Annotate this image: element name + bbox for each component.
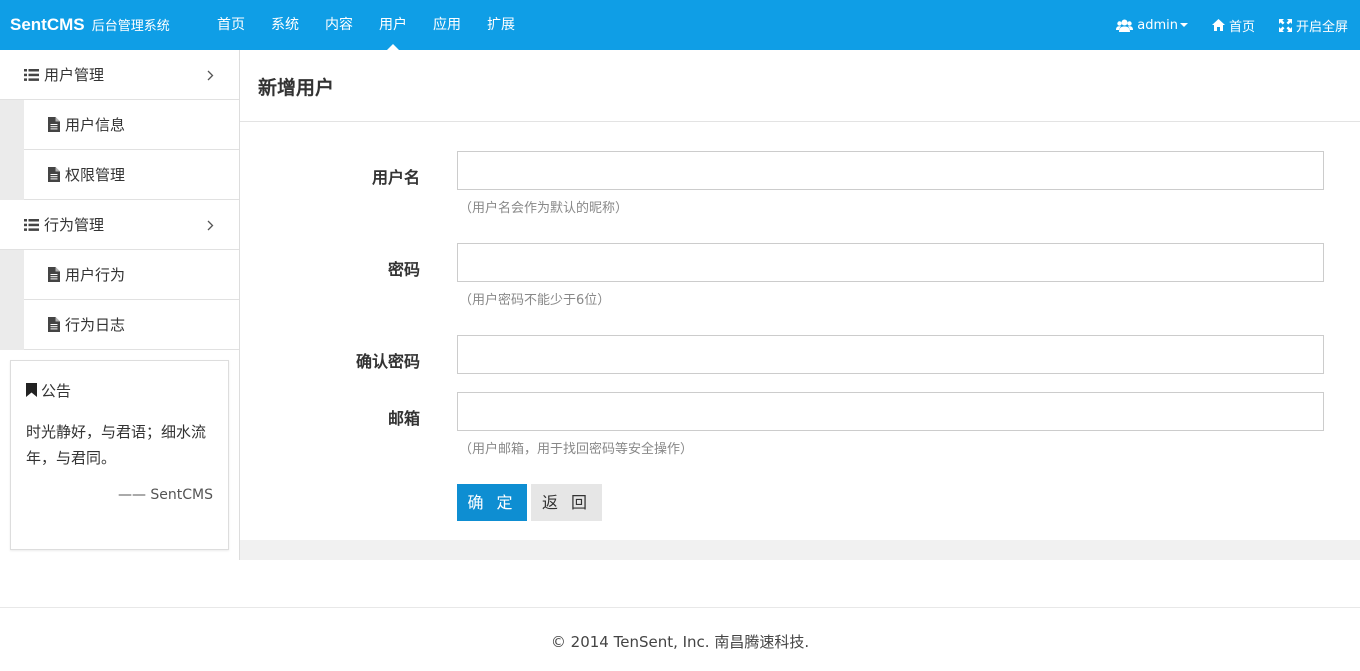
nav-user[interactable]: 用户 [366, 0, 420, 50]
sidebar-submenu: 用户信息 权限管理 [0, 100, 239, 200]
user-name: admin [1137, 17, 1178, 33]
list-icon [24, 218, 39, 231]
sidebar: 用户管理 用户信息 权限管理 行为管理 用户行为 行为日志 公告 时光静好，与君… [0, 50, 240, 560]
fullscreen-label: 开启全屏 [1295, 19, 1348, 35]
expand-icon [1278, 18, 1292, 32]
nav-system[interactable]: 系统 [258, 0, 312, 50]
list-icon [24, 68, 39, 81]
chevron-right-icon [207, 50, 219, 100]
notice-panel: 公告 时光静好，与君语；细水流年，与君同。 —— SentCMS [10, 360, 229, 550]
sidebar-item-user-behavior[interactable]: 用户行为 [24, 250, 239, 300]
home-link[interactable]: 首页 [1211, 16, 1255, 35]
file-icon [48, 117, 60, 132]
home-link-label: 首页 [1228, 19, 1255, 35]
sidebar-item-label: 用户行为 [65, 266, 126, 284]
nav-content[interactable]: 内容 [312, 0, 366, 50]
confirm-password-input[interactable] [457, 335, 1324, 374]
file-icon [48, 317, 60, 332]
caret-down-icon [1179, 23, 1188, 27]
file-icon [48, 167, 60, 182]
notice-text: 时光静好，与君语；细水流年，与君同。 [26, 423, 207, 467]
username-help: （用户名会作为默认的昵称） [459, 201, 629, 216]
email-help: （用户邮箱，用于找回密码等安全操作） [459, 442, 694, 457]
sidebar-item-label: 权限管理 [65, 166, 126, 184]
nav-apps[interactable]: 应用 [420, 0, 474, 50]
main-nav: 首页 系统 内容 用户 应用 扩展 [204, 0, 528, 50]
content-bottom-strip [240, 540, 1360, 560]
sidebar-item-label: 用户信息 [65, 116, 126, 134]
nav-home[interactable]: 首页 [204, 0, 258, 50]
bookmark-icon [26, 383, 37, 397]
username-input[interactable] [457, 151, 1324, 190]
submit-button[interactable]: 确 定 [457, 484, 527, 521]
brand-logo[interactable]: SentCMS 后台管理系统 [10, 0, 170, 50]
nav-extend[interactable]: 扩展 [474, 0, 528, 50]
sidebar-group-label: 行为管理 [44, 215, 105, 234]
password-input[interactable] [457, 243, 1324, 282]
header-right-menu: admin 首页 开启全屏 [1092, 0, 1348, 50]
file-icon [48, 267, 60, 282]
notice-signature: —— SentCMS [117, 487, 213, 503]
sidebar-group-user-management[interactable]: 用户管理 [0, 50, 239, 100]
username-label: 用户名 [371, 168, 420, 187]
notice-title-text: 公告 [41, 381, 72, 400]
confirm-password-label: 确认密码 [355, 352, 420, 371]
password-label: 密码 [387, 260, 420, 279]
back-button[interactable]: 返 回 [531, 484, 602, 521]
brand-subtitle: 后台管理系统 [91, 19, 170, 34]
sidebar-group-behavior-management[interactable]: 行为管理 [0, 200, 239, 250]
sidebar-submenu: 用户行为 行为日志 [0, 250, 239, 350]
copyright-text: © 2014 TenSent, Inc. 南昌腾速科技. [550, 633, 810, 651]
home-icon [1211, 19, 1225, 31]
fullscreen-toggle[interactable]: 开启全屏 [1278, 16, 1348, 35]
top-navbar: SentCMS 后台管理系统 首页 系统 内容 用户 应用 扩展 admin 首… [0, 0, 1360, 50]
users-icon [1116, 19, 1134, 32]
user-menu[interactable]: admin [1116, 18, 1188, 33]
brand-name: SentCMS [10, 15, 85, 34]
email-label: 邮箱 [387, 409, 420, 428]
footer: © 2014 TenSent, Inc. 南昌腾速科技. [0, 607, 1360, 671]
password-help: （用户密码不能少于6位） [459, 293, 611, 308]
sidebar-group-label: 用户管理 [44, 65, 105, 84]
main-content: 新增用户 用户名 （用户名会作为默认的昵称） 密码 （用户密码不能少于6位） 确… [240, 50, 1360, 540]
sidebar-item-label: 行为日志 [65, 316, 126, 334]
sidebar-item-behavior-log[interactable]: 行为日志 [24, 300, 239, 350]
sidebar-item-permissions[interactable]: 权限管理 [24, 150, 239, 200]
page-title: 新增用户 [240, 50, 1360, 122]
notice-title: 公告 [26, 375, 213, 405]
sidebar-item-user-info[interactable]: 用户信息 [24, 100, 239, 150]
email-input[interactable] [457, 392, 1324, 431]
chevron-right-icon [207, 200, 219, 250]
